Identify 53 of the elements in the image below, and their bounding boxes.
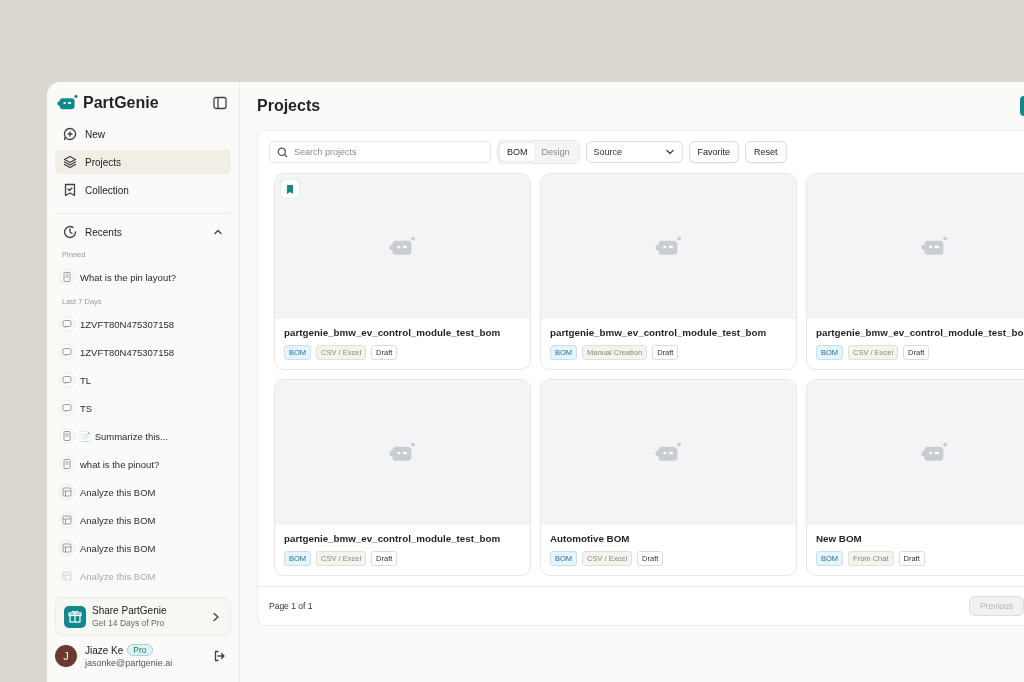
page-title: Projects [257, 97, 322, 115]
project-title: partgenie_bmw_ev_control_module_test_bom [284, 327, 502, 338]
filter-button[interactable]: Reset [745, 141, 787, 163]
share-title: Share PartGenie [92, 605, 168, 616]
chevron-icon [213, 227, 223, 237]
nav-item[interactable]: New [55, 122, 231, 146]
share-card[interactable]: Share PartGenie Get 14 Days of Pro [55, 597, 231, 636]
share-subtitle: Get 14 Days of Pro [92, 618, 166, 628]
recent-chat-item[interactable]: Analyze this BOM [55, 506, 231, 534]
recent-chat-item[interactable]: 1ZVFT80N475307158 [55, 310, 231, 338]
recent-chat-item[interactable]: 📄 Summarize this... [55, 422, 231, 450]
segment-tab[interactable]: BOM [500, 143, 535, 161]
filter-button[interactable]: Favorite [688, 141, 740, 163]
chat-plus-icon [63, 127, 77, 141]
bookmark-icon [286, 184, 294, 194]
clock-icon [63, 225, 77, 239]
search-field[interactable]: Search projects [269, 141, 491, 163]
source-dropdown[interactable]: Source [585, 141, 683, 163]
search-icon [277, 146, 288, 158]
plan-badge: Pro [127, 644, 153, 656]
app-name: PartGenie [83, 94, 160, 112]
recent-chat-item[interactable]: 1ZVFT80N475307158 [55, 338, 231, 366]
bookmark-badge[interactable] [281, 180, 299, 198]
chevron-right-icon [212, 611, 220, 622]
table-icon [59, 512, 75, 528]
logout-icon [213, 650, 225, 662]
table-icon [59, 540, 75, 556]
user-email: jasonke@partgenie.ai [85, 658, 174, 668]
sidebar-toggle-icon [213, 96, 227, 110]
recent-chat-item[interactable]: Analyze this BOM [55, 478, 231, 506]
avatar: J [55, 645, 77, 667]
chevron-down-icon [664, 147, 675, 157]
page-indicator: Page 1 of 1 [269, 601, 313, 611]
header-button[interactable] [1020, 96, 1024, 116]
project-title: partgenie_bmw_ev_control_module_test_bom [284, 533, 502, 544]
project-title: Automotive BOM [550, 533, 631, 544]
gift-icon [64, 605, 86, 628]
recent-chat-item[interactable]: TL [55, 366, 231, 394]
recents-toggle[interactable]: Recents [55, 220, 231, 244]
recent-chat-item[interactable]: TS [55, 394, 231, 422]
recent-chat-item[interactable]: what is the pinout? [55, 450, 231, 478]
nav-item[interactable]: Projects [55, 150, 231, 174]
project-title: New BOM [816, 533, 863, 544]
user-name: Jiaze Ke [85, 644, 124, 656]
recent-chat-item[interactable]: What is the pin layout? [55, 263, 231, 291]
recent-chat-item[interactable]: Analyze this BOM [55, 534, 231, 562]
nav-item[interactable]: Collection [55, 178, 231, 202]
project-title: partgenie_bmw_ev_control_module_test_bom [550, 327, 768, 338]
bookmark-check-icon [63, 183, 77, 197]
table-icon [59, 568, 75, 584]
layers-icon [63, 155, 77, 169]
project-title: partgenie_bmw_ev_control_module_test_bo [816, 327, 1024, 338]
table-icon [59, 484, 75, 500]
